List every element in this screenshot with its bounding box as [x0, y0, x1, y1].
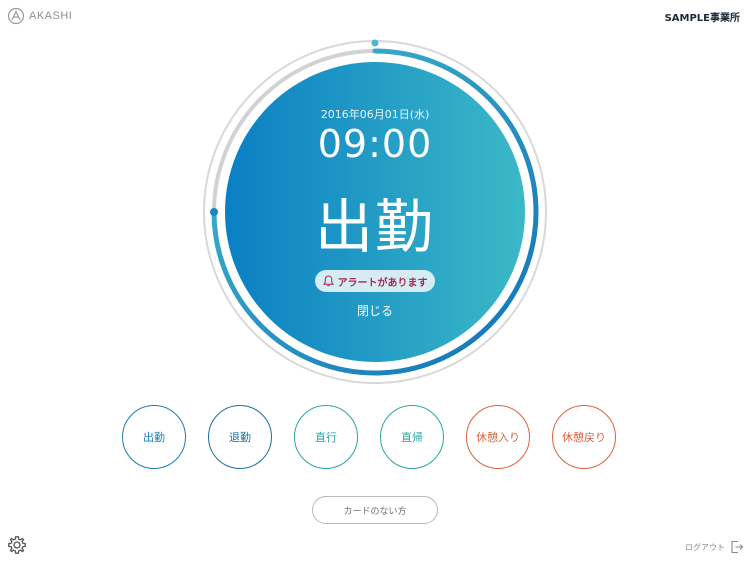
direct-go-button[interactable]: 直行	[294, 405, 358, 469]
break-start-button[interactable]: 休憩入り	[466, 405, 530, 469]
punch-status: 出勤	[314, 193, 435, 261]
current-date: 2016年06月01日(水)	[320, 108, 430, 121]
alert-label: アラートがあります	[337, 277, 428, 289]
clock-out-button[interactable]: 退勤	[208, 405, 272, 469]
direct-return-button[interactable]: 直帰	[380, 405, 444, 469]
logout-label: ログアウト	[685, 542, 725, 552]
punch-clock-screen: AKASHI SAMPLE事業所 2016年06月01日(水) 09:00 出勤…	[0, 0, 750, 563]
clock-in-button[interactable]: 出勤	[122, 405, 186, 469]
progress-start-dot	[371, 39, 379, 47]
break-end-button[interactable]: 休憩戻り	[552, 405, 616, 469]
current-time: 09:00	[317, 122, 433, 166]
bell-icon	[322, 275, 334, 287]
alert-button[interactable]: アラートがあります	[315, 270, 435, 292]
gear-icon[interactable]	[7, 535, 27, 555]
punch-action-row: 出勤 退勤 直行 直帰 休憩入り 休憩戻り	[122, 405, 616, 469]
logout-icon	[731, 540, 744, 554]
close-button[interactable]: 閉じる	[225, 302, 525, 319]
progress-end-dot	[210, 208, 218, 216]
no-card-button[interactable]: カードのない方	[312, 496, 438, 524]
clock-center: 2016年06月01日(水) 09:00 出勤 アラートがあります 閉じる	[225, 62, 525, 362]
logout-button[interactable]: ログアウト	[685, 540, 744, 554]
